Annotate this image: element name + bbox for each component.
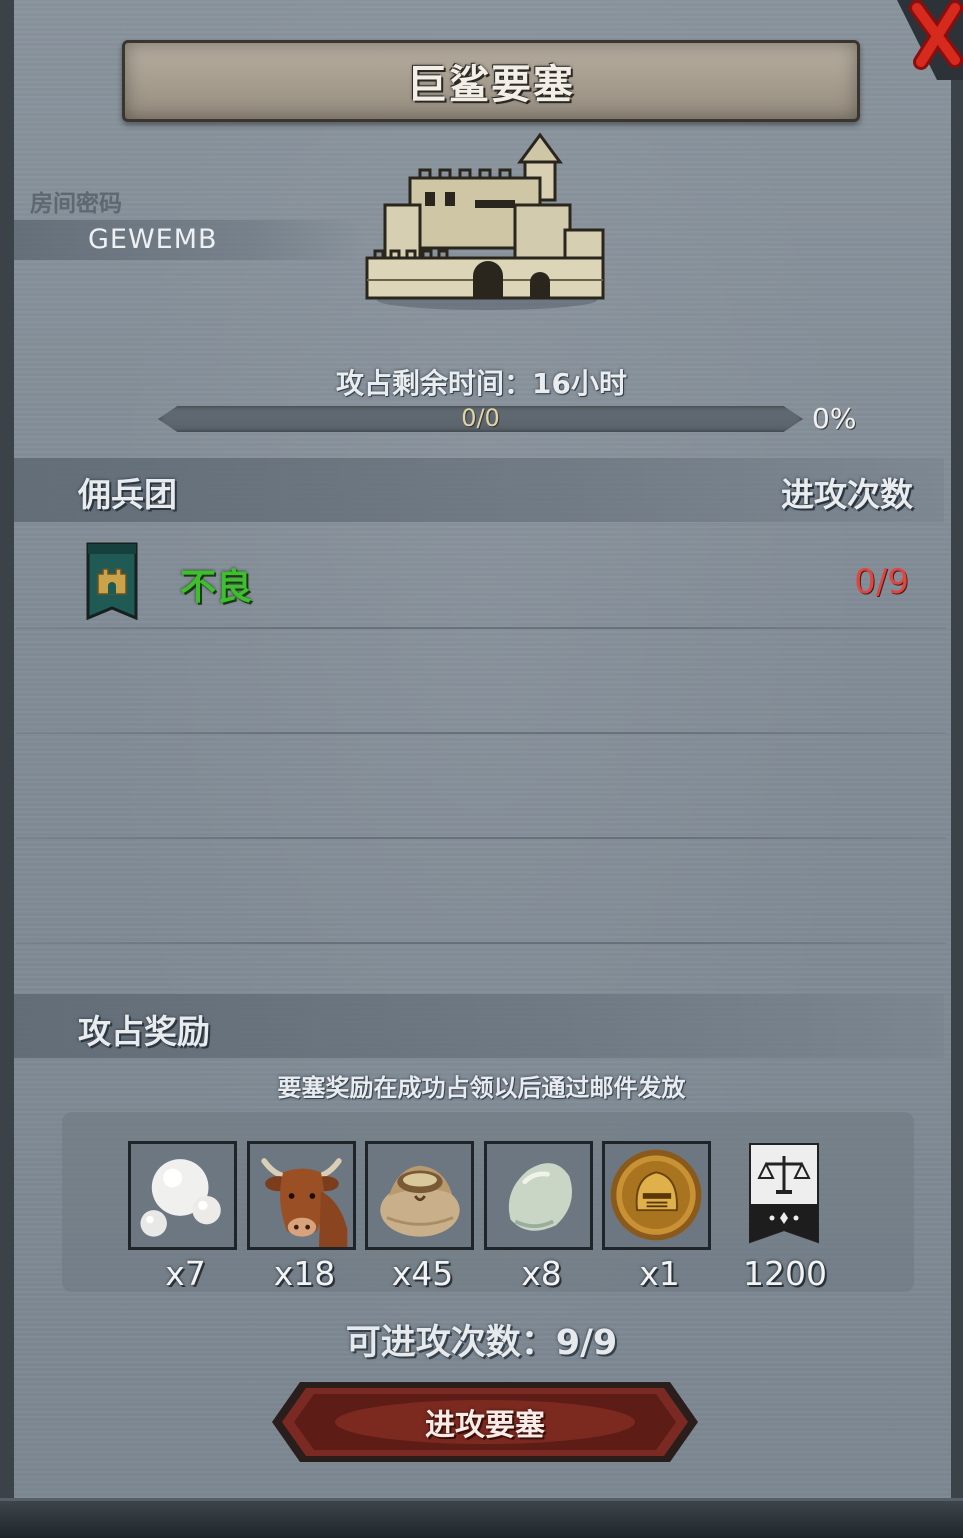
row-divider <box>16 837 946 839</box>
attack-fortress-button[interactable]: 进攻要塞 <box>270 1380 700 1464</box>
reward-qty: x7 <box>165 1254 206 1293</box>
fortress-castle-icon <box>365 132 605 310</box>
room-code-label: 房间密码 <box>30 191 122 217</box>
attack-button-label: 进攻要塞 <box>425 1408 545 1443</box>
reward-slot-stone[interactable] <box>484 1141 593 1250</box>
bottom-frame <box>0 1498 963 1538</box>
guild-banner-icon[interactable] <box>86 542 138 620</box>
close-icon <box>897 0 963 80</box>
reward-qty: 1200 <box>743 1254 827 1293</box>
reward-slot-coin[interactable] <box>602 1141 711 1250</box>
justice-banner-icon[interactable] <box>748 1142 820 1246</box>
mercenary-section-title: 佣兵团 <box>78 475 177 514</box>
attack-count-header: 进攻次数 <box>781 475 913 514</box>
page-title: 巨鲨要塞 <box>407 62 575 108</box>
reward-note: 要塞奖励在成功占领以后通过邮件发放 <box>277 1074 686 1102</box>
knight-coin-icon <box>605 1144 708 1247</box>
reward-qty: x18 <box>273 1254 336 1293</box>
row-divider <box>16 732 946 734</box>
reward-qty: x1 <box>639 1254 680 1293</box>
jade-stone-icon <box>487 1144 590 1247</box>
title-plaque: 巨鲨要塞 <box>122 40 860 122</box>
reward-slot-cow[interactable] <box>247 1141 356 1250</box>
mercenary-attack-count: 0/9 <box>854 562 909 602</box>
reward-slot-sack[interactable] <box>365 1141 474 1250</box>
reward-qty: x8 <box>521 1254 562 1293</box>
row-divider <box>16 627 946 629</box>
room-code-value: GEWEMB <box>88 224 218 255</box>
mercenary-name[interactable]: 不良 <box>180 558 252 610</box>
grain-sack-icon <box>368 1144 471 1247</box>
capture-progress-text: 0/0 <box>461 404 500 432</box>
close-button[interactable] <box>877 0 963 80</box>
cow-icon <box>250 1144 353 1247</box>
capture-time-remaining: 攻占剩余时间：16小时 <box>336 367 627 400</box>
capture-progress-percent: 0% <box>812 402 857 435</box>
reward-section-title: 攻占奖励 <box>78 1012 210 1051</box>
reward-qty: x45 <box>391 1254 454 1293</box>
row-divider <box>16 942 946 944</box>
pearl-icon <box>131 1144 234 1247</box>
attempts-remaining: 可进攻次数：9/9 <box>345 1323 618 1363</box>
reward-slot-pearl[interactable] <box>128 1141 237 1250</box>
